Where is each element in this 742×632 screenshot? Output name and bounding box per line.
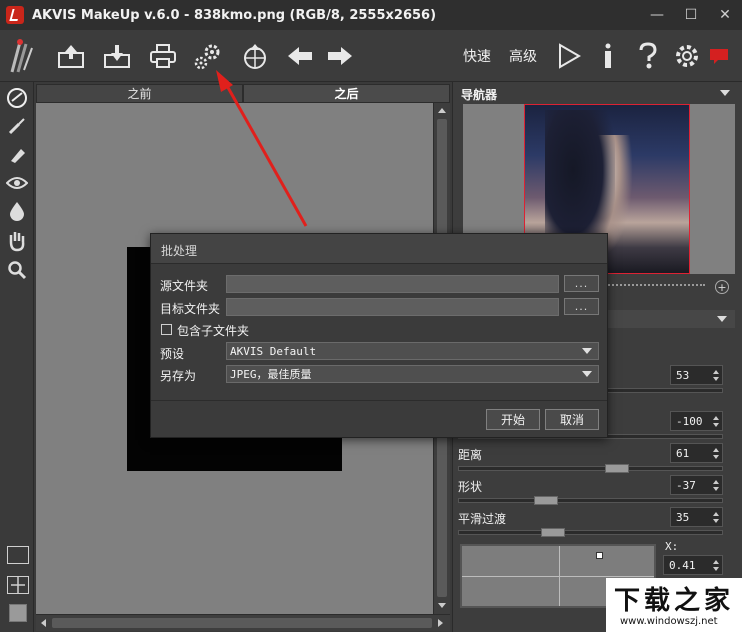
annotation-arrow [216,70,308,227]
watermark-url: www.windowszj.net [620,616,718,627]
site-watermark-logo: 下载之家 www.windowszj.net [606,578,742,632]
watermark-main-text: 下载之家 [614,586,735,616]
